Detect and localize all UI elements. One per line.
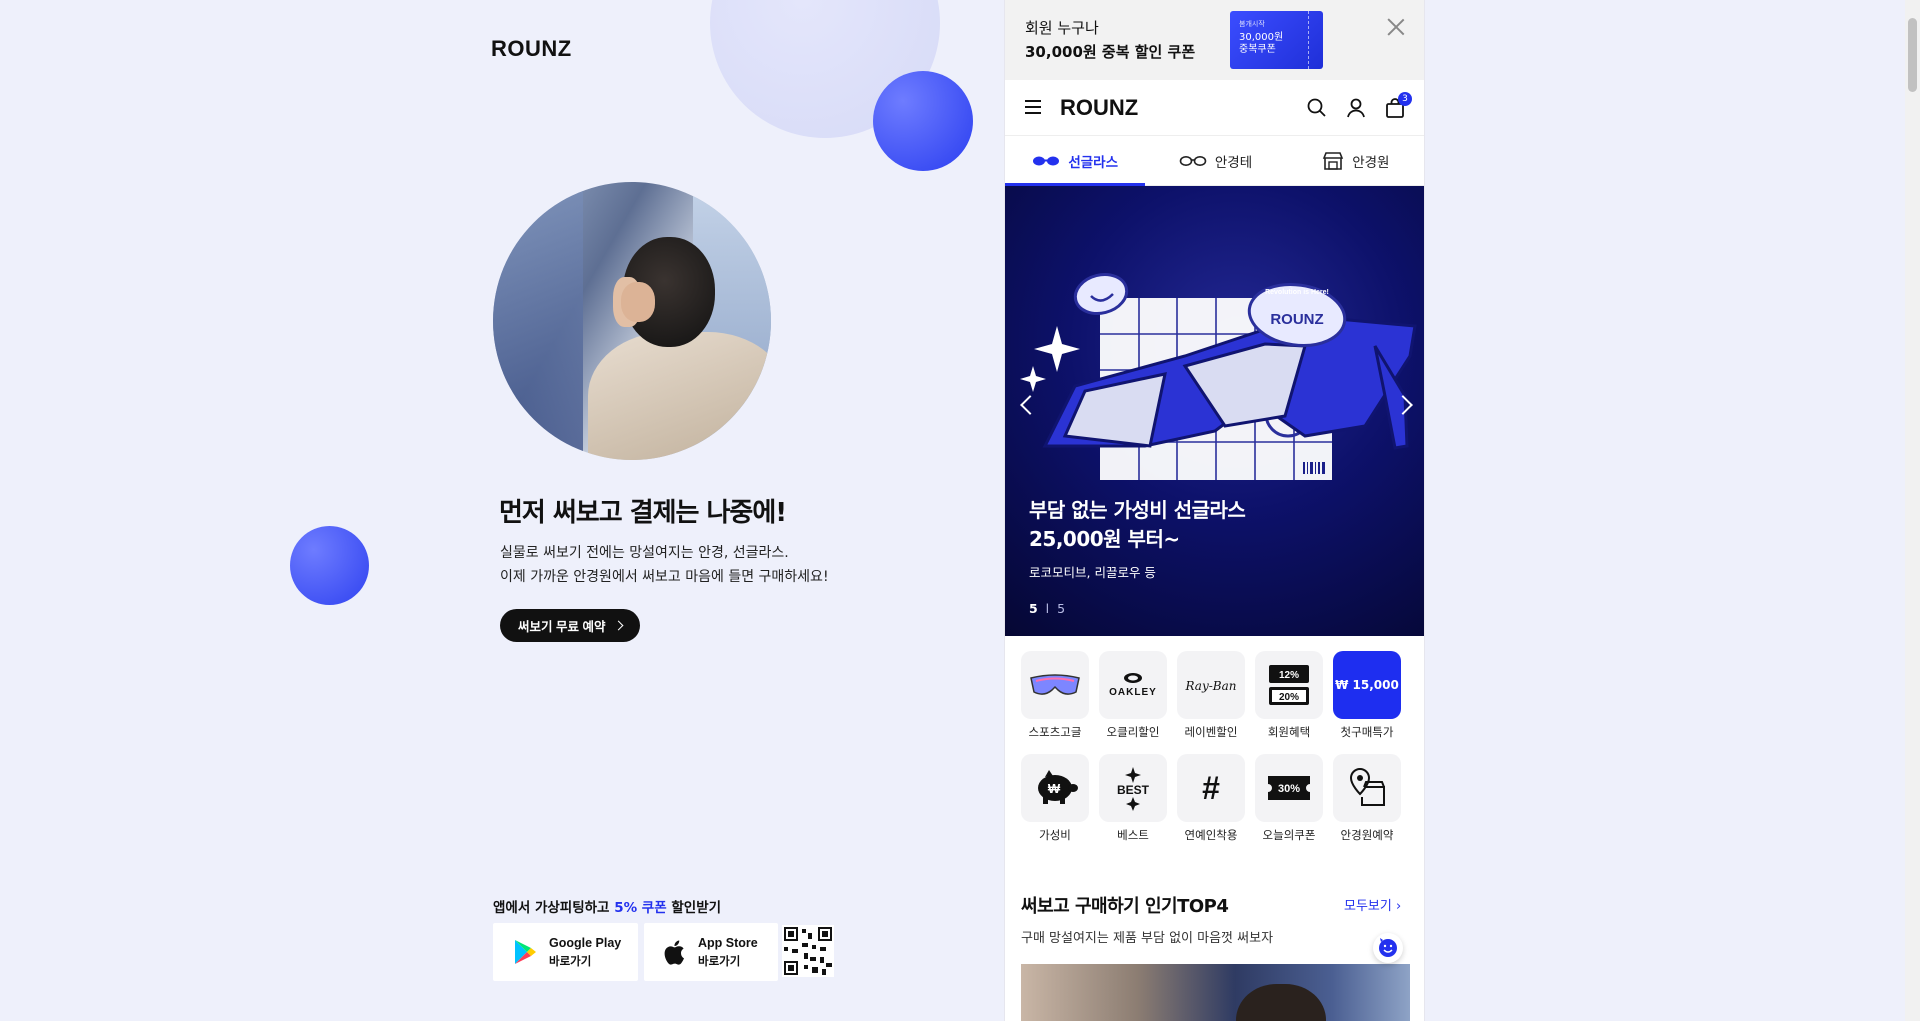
svg-text:Revolution is Here!: Revolution is Here!: [1265, 289, 1329, 296]
app-store-action: 바로가기: [698, 955, 741, 968]
chevron-right-icon: [614, 620, 624, 631]
chevron-right-icon: ›: [1395, 899, 1402, 914]
tab-stores[interactable]: 안경원: [1286, 136, 1424, 185]
goggles-icon: [1030, 674, 1080, 695]
product-thumbnail[interactable]: [1021, 964, 1410, 1021]
try-free-reserve-button[interactable]: 써보기 무료 예약: [500, 609, 641, 642]
svg-text:12%: 12%: [1279, 670, 1299, 681]
coupon-banner[interactable]: 회원 누구나 30,000원 중복 할인 쿠폰 봄개시작 30,000원 중복쿠…: [1005, 0, 1424, 80]
price-tag-icon: ₩ 15,000: [1333, 651, 1401, 719]
coupon-text: 회원 누구나 30,000원 중복 할인 쿠폰: [1025, 16, 1195, 64]
hero-banner[interactable]: ROUNZ Revolution is Here! 부담 없는 가성비 선글라스…: [1005, 186, 1424, 636]
oakley-logo-icon: OAKLEY: [1109, 673, 1157, 698]
quick-menu-item[interactable]: OAKLEY 오클리할인: [1099, 651, 1167, 740]
hero-pagination: 5 l 5: [1029, 601, 1066, 616]
section-title: 써보고 구매하기 인기TOP4: [1021, 896, 1229, 917]
svg-text:BEST: BEST: [1117, 783, 1150, 797]
desc-line-2: 이제 가까운 안경원에서 써보고 마음에 들면 구매하세요!: [500, 569, 829, 585]
coupon-ticket-icon: 봄개시작 30,000원 중복쿠폰: [1230, 11, 1323, 69]
decor-bubble-blue-left: [290, 526, 369, 605]
piggy-bank-icon: ₩: [1038, 770, 1078, 804]
svg-text:ROUNZ: ROUNZ: [1270, 311, 1323, 328]
desc-line-1: 실물로 써보기 전에는 망설여지는 안경, 선글라스.: [500, 545, 789, 561]
landing-area: ROUNZ 먼저 써보고 결제는 나중에! 실물로 써보기 전에는 망설여지는 …: [0, 0, 1004, 1021]
store-icon: [1323, 151, 1344, 170]
quick-menu-grid: 스포츠고글 OAKLEY 오클리할인 Ray-Ban 레이벤할인 12% 20% …: [1021, 651, 1411, 843]
quick-menu-item[interactable]: Ray-Ban 레이벤할인: [1177, 651, 1245, 740]
sunglasses-icon: [1033, 156, 1060, 165]
model-photo: [493, 182, 771, 460]
coupon-icon: 30%: [1268, 776, 1310, 800]
coupon-highlight: 5% 쿠폰: [614, 900, 667, 916]
rayban-logo-icon: Ray-Ban: [1185, 679, 1237, 693]
chat-smile-icon: [1379, 938, 1397, 957]
google-play-button[interactable]: Google Play 바로가기: [493, 923, 638, 981]
section-description: 구매 망설여지는 제품 부담 없이 마음껏 써보자: [1021, 931, 1274, 946]
search-icon[interactable]: [1305, 96, 1329, 120]
best-sparkle-icon: BEST: [1117, 767, 1150, 811]
category-tabs: 선글라스 안경테 안경원: [1005, 136, 1424, 186]
quick-menu-item[interactable]: BEST 베스트: [1099, 754, 1167, 843]
brand-logo-nav[interactable]: ROUNZ: [1060, 95, 1138, 121]
quick-menu-item[interactable]: 30% 오늘의쿠폰: [1255, 754, 1323, 843]
sunglasses-illustration: ROUNZ Revolution is Here!: [1020, 273, 1417, 480]
landing-headline: 먼저 써보고 결제는 나중에!: [499, 498, 787, 528]
svg-text:30%: 30%: [1278, 783, 1300, 795]
quick-menu-item[interactable]: 12% 20% 회원혜택: [1255, 651, 1323, 740]
view-all-link[interactable]: 모두보기 ›: [1344, 895, 1401, 914]
quick-menu-item[interactable]: ₩ 15,000 첫구매특가: [1333, 651, 1401, 740]
svg-text:Ray-Ban: Ray-Ban: [1185, 679, 1237, 693]
try-button-label: 써보기 무료 예약: [518, 620, 606, 634]
hero-title: 부담 없는 가성비 선글라스 25,000원 부터~: [1029, 498, 1246, 551]
svg-text:₩: ₩: [1048, 781, 1061, 796]
tab-sunglasses[interactable]: 선글라스: [1005, 136, 1146, 186]
user-icon[interactable]: [1344, 96, 1368, 120]
hero-subtitle: 로코모티브, 리끌로우 등: [1029, 565, 1156, 580]
apple-icon: [664, 940, 684, 965]
qr-code-icon: [782, 925, 834, 977]
svg-text:OAKLEY: OAKLEY: [1109, 687, 1157, 698]
quick-menu-item[interactable]: 스포츠고글: [1021, 651, 1089, 740]
quick-menu-item[interactable]: ₩ 가성비: [1021, 754, 1089, 843]
cart-count-badge: 3: [1398, 92, 1412, 106]
svg-text:20%: 20%: [1279, 692, 1299, 703]
mobile-panel: 회원 누구나 30,000원 중복 할인 쿠폰 봄개시작 30,000원 중복쿠…: [1004, 0, 1425, 1021]
quick-menu-item[interactable]: # 연예인착용: [1177, 754, 1245, 843]
google-play-name: Google Play: [549, 935, 622, 950]
chat-button[interactable]: [1373, 933, 1403, 963]
tab-frames[interactable]: 안경테: [1145, 136, 1285, 185]
scrollbar-thumb[interactable]: [1908, 18, 1917, 92]
landing-description: 실물로 써보기 전에는 망설여지는 안경, 선글라스. 이제 가까운 안경원에서…: [500, 541, 829, 589]
brand-logo[interactable]: ROUNZ: [491, 36, 572, 62]
svg-text:#: #: [1202, 770, 1220, 806]
page-scrollbar[interactable]: [1905, 0, 1920, 1021]
menu-icon[interactable]: [1025, 100, 1041, 114]
google-play-icon: [515, 940, 536, 964]
app-promo-text: 앱에서 가상피팅하고 5% 쿠폰 할인받기: [493, 900, 722, 916]
hashtag-icon: #: [1202, 770, 1220, 806]
coupon-line-1: 회원 누구나: [1025, 19, 1099, 37]
coupon-line-2: 30,000원 중복 할인 쿠폰: [1025, 43, 1196, 61]
top-nav: ROUNZ 3: [1005, 80, 1424, 136]
eyeglasses-icon: [1179, 155, 1207, 166]
decor-bubble-blue: [873, 71, 973, 171]
google-play-action: 바로가기: [549, 955, 592, 968]
app-store-button[interactable]: App Store 바로가기: [644, 923, 778, 981]
quick-menu-item[interactable]: 안경원예약: [1333, 754, 1401, 843]
app-store-name: App Store: [698, 935, 758, 950]
store-pin-icon: [1349, 767, 1385, 806]
close-icon[interactable]: [1385, 16, 1407, 38]
discount-ticket-icon: 12% 20%: [1269, 665, 1309, 705]
